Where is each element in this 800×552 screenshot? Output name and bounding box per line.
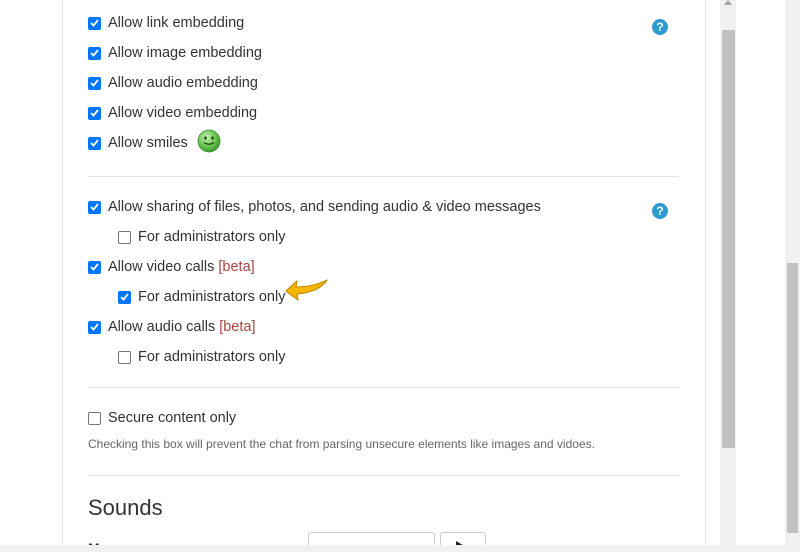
audio-admins-row[interactable]: For administrators only [118, 347, 285, 367]
allow-video-calls-row[interactable]: Allow video calls [beta] [88, 257, 255, 277]
allow-video-calls-checkbox[interactable] [88, 260, 101, 274]
horizontal-scrollbar-track[interactable] [0, 545, 785, 552]
secure-content-checkbox[interactable] [88, 411, 101, 425]
allow-audio-calls-row[interactable]: Allow audio calls [beta] [88, 317, 255, 337]
allow-image-embedding-row[interactable]: Allow image embedding [88, 43, 262, 63]
pointer-arrow-icon [283, 276, 333, 307]
scroll-up-arrow-icon[interactable] [724, 0, 732, 5]
settings-page: Allow link embedding Allow image embeddi… [0, 0, 785, 552]
allow-video-embedding-label: Allow video embedding [108, 105, 258, 121]
allow-image-embedding-checkbox[interactable] [88, 46, 101, 60]
allow-audio-embedding-checkbox[interactable] [88, 76, 101, 90]
video-admins-row[interactable]: For administrators only [118, 287, 285, 307]
video-admins-checkbox[interactable] [118, 290, 131, 304]
allow-link-embedding-row[interactable]: Allow link embedding [88, 13, 244, 33]
allow-sharing-row[interactable]: Allow sharing of files, photos, and send… [88, 197, 541, 217]
allow-smiles-row[interactable]: Allow smiles [88, 129, 221, 153]
secure-content-note: Checking this box will prevent the chat … [88, 437, 595, 451]
allow-sharing-checkbox[interactable] [88, 200, 101, 214]
sounds-heading: Sounds [88, 495, 163, 520]
allow-link-embedding-label: Allow link embedding [108, 15, 245, 31]
audio-admins-label: For administrators only [138, 349, 286, 365]
video-admins-label: For administrators only [138, 289, 286, 305]
allow-smiles-label: Allow smiles [108, 135, 188, 151]
allow-image-embedding-label: Allow image embedding [108, 45, 262, 61]
audio-admins-checkbox[interactable] [118, 350, 131, 364]
allow-smiles-checkbox[interactable] [88, 136, 101, 150]
allow-audio-calls-label: Allow audio calls [108, 319, 216, 335]
allow-video-embedding-row[interactable]: Allow video embedding [88, 103, 257, 123]
allow-video-calls-label: Allow video calls [108, 259, 215, 275]
divider [88, 387, 679, 388]
allow-link-embedding-checkbox[interactable] [88, 16, 101, 30]
audio-calls-beta-badge: [beta] [219, 319, 256, 335]
embedding-help-icon[interactable]: ? [652, 19, 668, 35]
video-calls-beta-badge: [beta] [218, 259, 255, 275]
allow-video-embedding-checkbox[interactable] [88, 106, 101, 120]
allow-sharing-label: Allow sharing of files, photos, and send… [108, 199, 541, 215]
page-scrollbar-thumb[interactable] [787, 263, 798, 533]
allow-audio-embedding-label: Allow audio embedding [108, 75, 258, 91]
secure-content-label: Secure content only [108, 410, 237, 426]
sharing-admins-row[interactable]: For administrators only [118, 227, 285, 247]
divider [88, 475, 679, 476]
divider [88, 176, 679, 177]
inner-scrollbar-thumb[interactable] [722, 30, 735, 448]
sharing-help-icon[interactable]: ? [652, 203, 668, 219]
allow-audio-embedding-row[interactable]: Allow audio embedding [88, 73, 258, 93]
sharing-admins-label: For administrators only [138, 229, 286, 245]
secure-content-row[interactable]: Secure content only [88, 408, 236, 428]
sharing-admins-checkbox[interactable] [118, 230, 131, 244]
smiley-icon [197, 129, 221, 157]
allow-audio-calls-checkbox[interactable] [88, 320, 101, 334]
